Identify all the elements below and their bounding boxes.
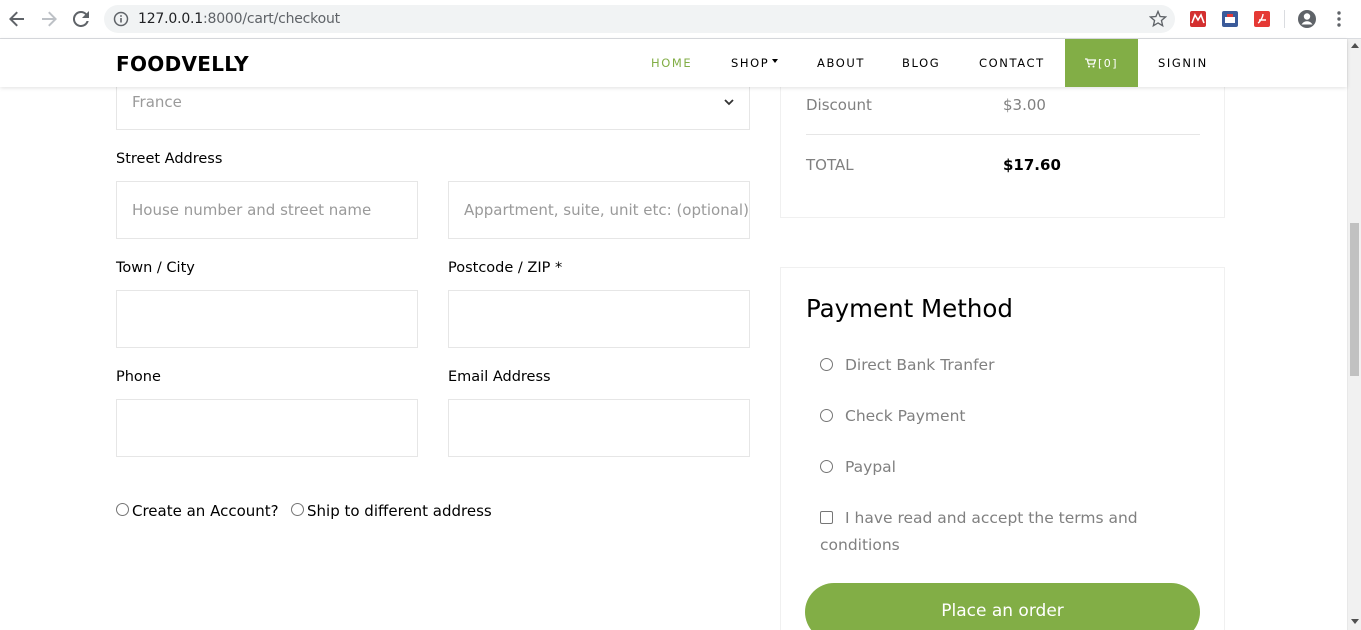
- extension-icon[interactable]: [1190, 11, 1206, 27]
- payment-option-radio[interactable]: [820, 409, 833, 422]
- payment-option-label: Paypal: [845, 458, 896, 476]
- back-icon[interactable]: [6, 8, 28, 30]
- forward-icon[interactable]: [38, 8, 60, 30]
- create-account-radio[interactable]: [116, 503, 129, 516]
- nav-contact[interactable]: CONTACT: [979, 39, 1045, 87]
- browser-toolbar: 127.0.0.1:8000/cart/checkout: [0, 0, 1361, 39]
- place-order-button[interactable]: Place an order: [805, 583, 1200, 630]
- pdf-extension-icon[interactable]: [1254, 11, 1270, 27]
- country-value: France: [132, 93, 182, 111]
- discount-value: $3.00: [1003, 96, 1046, 114]
- terms-label: I have read and accept the terms and: [845, 509, 1138, 527]
- nav-signin[interactable]: SIGNIN: [1158, 39, 1208, 87]
- reload-icon[interactable]: [70, 8, 92, 30]
- scrollbar-thumb[interactable]: [1350, 223, 1359, 376]
- payment-method-title: Payment Method: [806, 294, 1013, 323]
- street-address-label: Street Address: [116, 151, 223, 167]
- cart-count: [0]: [1097, 56, 1119, 70]
- nav-home[interactable]: HOME: [651, 39, 692, 87]
- street-placeholder: House number and street name: [132, 201, 372, 219]
- cart-icon: [1084, 58, 1096, 68]
- apartment-placeholder: Appartment, suite, unit etc: (optional): [464, 201, 749, 219]
- postcode-label: Postcode / ZIP *: [448, 260, 563, 276]
- total-label: TOTAL: [806, 156, 854, 174]
- town-city-input[interactable]: [116, 290, 418, 348]
- email-label: Email Address: [448, 369, 551, 385]
- extension-icon[interactable]: [1222, 11, 1238, 27]
- chevron-down-icon: [724, 99, 734, 106]
- page-scrollbar[interactable]: [1347, 39, 1361, 630]
- payment-option-radio[interactable]: [820, 358, 833, 371]
- menu-dots-icon[interactable]: [1328, 8, 1350, 30]
- ship-different-label: Ship to different address: [307, 502, 492, 520]
- caret-down-icon: [772, 59, 779, 63]
- site-header: FOODVELLY HOME SHOP ABOUT BLOG CONTACT […: [0, 39, 1347, 87]
- address-bar[interactable]: 127.0.0.1:8000/cart/checkout: [104, 5, 1175, 33]
- nav-cart[interactable]: [0]: [1065, 39, 1138, 87]
- discount-label: Discount: [806, 96, 872, 114]
- nav-blog[interactable]: BLOG: [902, 39, 940, 87]
- phone-input[interactable]: [116, 399, 418, 457]
- nav-shop[interactable]: SHOP: [731, 39, 779, 87]
- street-address-input[interactable]: House number and street name: [116, 181, 418, 239]
- scroll-down-icon[interactable]: [1351, 619, 1359, 624]
- payment-option-label: Check Payment: [845, 407, 966, 425]
- total-value: $17.60: [1003, 156, 1061, 174]
- info-icon[interactable]: [113, 11, 129, 27]
- summary-divider: [806, 134, 1200, 135]
- terms-checkbox[interactable]: [820, 511, 833, 524]
- payment-option-label: Direct Bank Tranfer: [845, 356, 995, 374]
- scroll-up-icon[interactable]: [1351, 43, 1359, 48]
- email-input[interactable]: [448, 399, 750, 457]
- town-city-label: Town / City: [116, 260, 195, 276]
- url-text: 127.0.0.1:8000/cart/checkout: [138, 11, 340, 27]
- postcode-input[interactable]: [448, 290, 750, 348]
- nav-about[interactable]: ABOUT: [817, 39, 865, 87]
- create-account-label: Create an Account?: [132, 502, 279, 520]
- phone-label: Phone: [116, 369, 161, 385]
- terms-label-continued: conditions: [820, 536, 900, 554]
- brand-logo[interactable]: FOODVELLY: [116, 52, 249, 76]
- ship-different-radio[interactable]: [291, 503, 304, 516]
- profile-icon[interactable]: [1296, 8, 1318, 30]
- bookmark-star-icon[interactable]: [1148, 9, 1168, 28]
- payment-option-radio[interactable]: [820, 460, 833, 473]
- toolbar-divider: [1284, 10, 1285, 28]
- apartment-input[interactable]: Appartment, suite, unit etc: (optional): [448, 181, 750, 239]
